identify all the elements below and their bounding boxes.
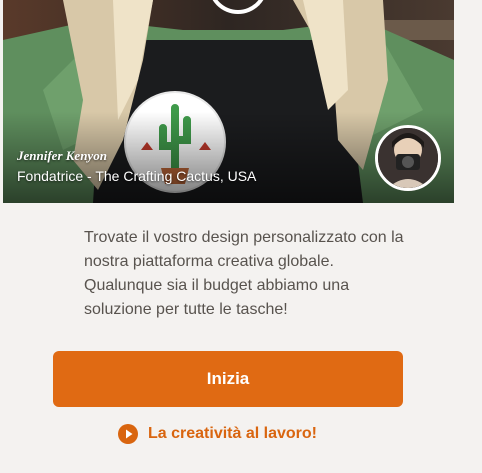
creativity-video-link[interactable]: La creatività al lavoro! xyxy=(118,424,317,444)
description-text: Trovate il vostro design personalizzato … xyxy=(84,229,404,318)
testimonial-person-name: Jennifer Kenyon xyxy=(17,148,107,163)
testimonial-caption: Fondatrice - The Crafting Cactus, USA xyxy=(17,168,257,184)
play-circle-icon xyxy=(118,424,138,444)
avatar-photo xyxy=(378,128,438,188)
video-link-label: La creatività al lavoro! xyxy=(148,425,317,442)
testimonial-hero: Jennifer Kenyon Fondatrice - The Craftin… xyxy=(3,0,454,203)
start-button[interactable]: Inizia xyxy=(53,351,403,407)
avatar xyxy=(375,125,441,191)
page: Jennifer Kenyon Fondatrice - The Craftin… xyxy=(0,0,482,473)
